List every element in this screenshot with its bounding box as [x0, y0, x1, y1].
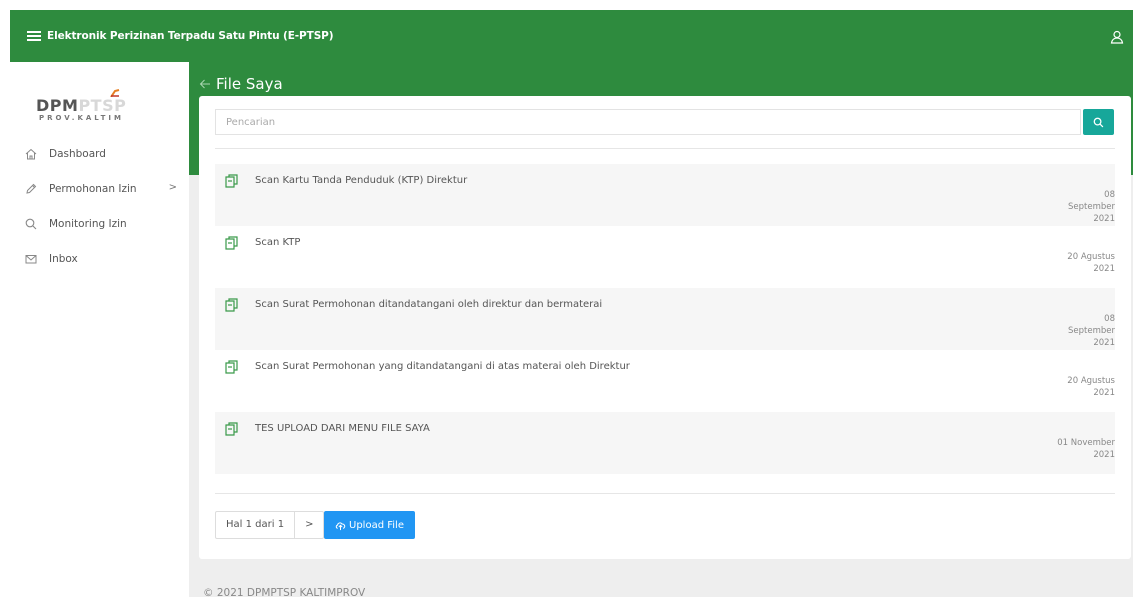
upload-file-label: Upload File: [349, 519, 404, 531]
file-date: 01 November 2021: [1057, 438, 1115, 460]
file-copy-icon: [225, 236, 238, 250]
file-date: 20 Agustus 2021: [1067, 252, 1115, 274]
sidebar-item-label: Inbox: [49, 252, 78, 265]
sidebar-nav: Dashboard Permohonan Izin > Monitoring I…: [10, 136, 189, 276]
logo-subtitle: PROV.KALTIM: [39, 114, 124, 122]
file-name: Scan KTP: [255, 237, 301, 248]
sidebar-item-dashboard[interactable]: Dashboard: [10, 136, 189, 171]
hamburger-icon[interactable]: [27, 31, 41, 41]
sidebar-item-inbox[interactable]: Inbox: [10, 241, 189, 276]
search-input[interactable]: [215, 109, 1081, 135]
file-name: Scan Surat Permohonan ditandatangani ole…: [255, 299, 603, 310]
file-copy-icon: [225, 298, 238, 312]
pencil-icon: [26, 183, 37, 194]
sidebar-item-label: Permohonan Izin: [49, 182, 137, 195]
logo-brand-b: PTSP: [78, 96, 127, 115]
sidebar-item-permohonan-izin[interactable]: Permohonan Izin >: [10, 171, 189, 206]
divider: [215, 148, 1115, 149]
logo[interactable]: DPMPTSP PROV.KALTIM: [36, 82, 158, 124]
search-icon: [25, 218, 37, 229]
top-navbar: Elektronik Perizinan Terpadu Satu Pintu …: [10, 10, 1133, 62]
footer-copyright: © 2021 DPMPTSP KALTIMPROV: [203, 587, 366, 597]
cloud-upload-icon: [335, 521, 346, 530]
search-button[interactable]: [1083, 109, 1114, 135]
file-date: 08 September 2021: [1068, 314, 1115, 348]
file-name: TES UPLOAD DARI MENU FILE SAYA: [255, 423, 430, 434]
mail-icon: [25, 254, 37, 263]
sidebar-item-monitoring-izin[interactable]: Monitoring Izin: [10, 206, 189, 241]
sidebar-item-label: Dashboard: [49, 147, 106, 160]
sidebar-item-label: Monitoring Izin: [49, 217, 127, 230]
file-name: Scan Surat Permohonan yang ditandatangan…: [255, 361, 630, 372]
list-item[interactable]: Scan Kartu Tanda Penduduk (KTP) Direktur…: [215, 164, 1115, 226]
search-icon: [1093, 117, 1104, 127]
app-title: Elektronik Perizinan Terpadu Satu Pintu …: [47, 30, 334, 42]
page-header: File Saya: [199, 72, 283, 96]
file-copy-icon: [225, 174, 238, 188]
logo-flag-icon: [110, 89, 120, 97]
next-page-button[interactable]: >: [295, 512, 323, 538]
pagination: Hal 1 dari 1 >: [215, 511, 325, 539]
list-item[interactable]: Scan KTP 20 Agustus 2021: [215, 226, 1115, 288]
list-item[interactable]: TES UPLOAD DARI MENU FILE SAYA 01 Novemb…: [215, 412, 1115, 474]
logo-brand-a: DPM: [36, 96, 79, 115]
file-list: Scan Kartu Tanda Penduduk (KTP) Direktur…: [215, 164, 1115, 474]
list-item[interactable]: Scan Surat Permohonan ditandatangani ole…: [215, 288, 1115, 350]
home-icon: [25, 148, 37, 159]
file-card: Scan Kartu Tanda Penduduk (KTP) Direktur…: [199, 96, 1131, 559]
file-date: 20 Agustus 2021: [1067, 376, 1115, 398]
arrow-left-icon[interactable]: [199, 78, 211, 90]
list-item[interactable]: Scan Surat Permohonan yang ditandatangan…: [215, 350, 1115, 412]
page-title: File Saya: [216, 75, 283, 93]
chevron-right-icon: >: [168, 182, 177, 193]
file-copy-icon: [225, 422, 238, 436]
sidebar: DPMPTSP PROV.KALTIM Dashboard Permohonan…: [10, 62, 189, 597]
divider: [215, 493, 1115, 494]
user-icon[interactable]: [1110, 30, 1124, 44]
page-indicator: Hal 1 dari 1: [216, 512, 296, 538]
upload-file-button[interactable]: Upload File: [324, 511, 415, 539]
file-date: 08 September 2021: [1068, 190, 1115, 224]
file-copy-icon: [225, 360, 238, 374]
file-name: Scan Kartu Tanda Penduduk (KTP) Direktur: [255, 175, 468, 186]
